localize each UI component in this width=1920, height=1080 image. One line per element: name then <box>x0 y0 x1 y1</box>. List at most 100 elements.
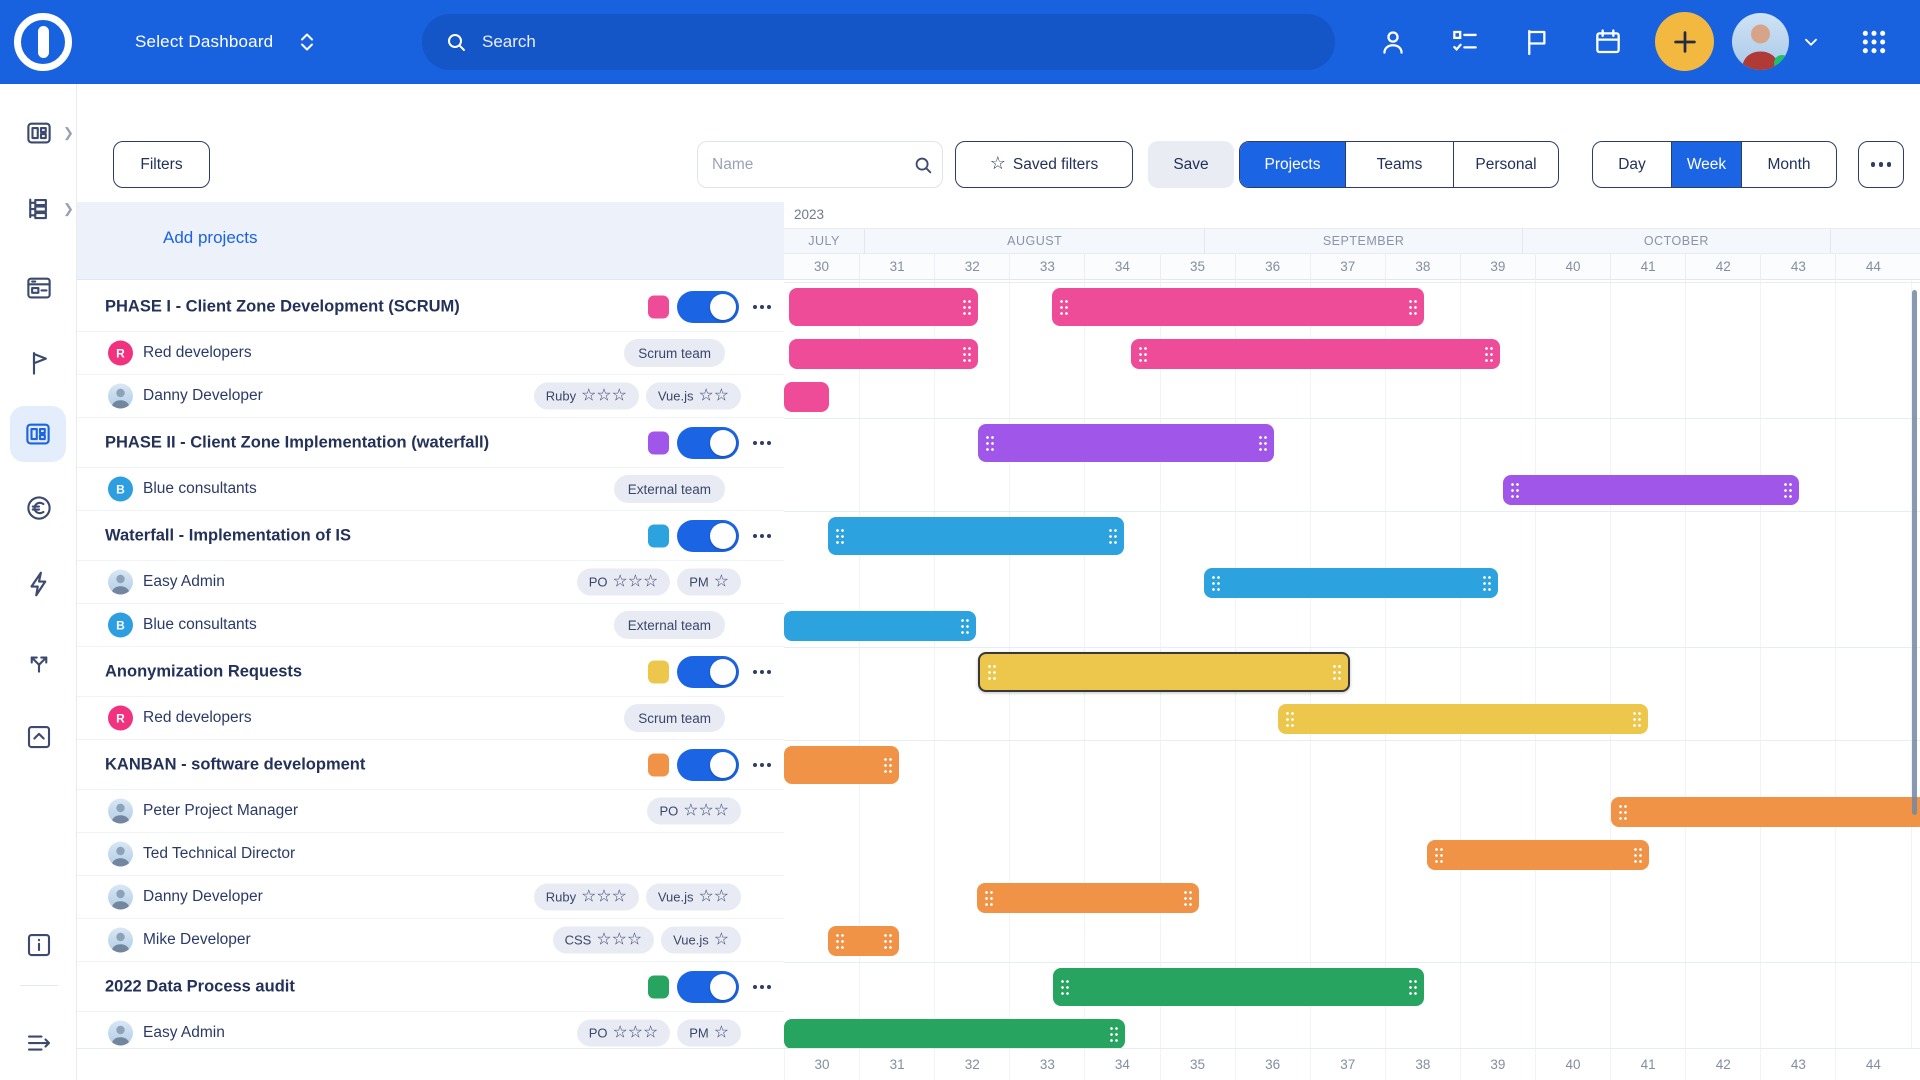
drag-handle-right[interactable] <box>1632 710 1641 727</box>
project-color-swatch[interactable] <box>648 753 669 776</box>
drag-handle-right[interactable] <box>1484 345 1493 362</box>
create-new-button[interactable] <box>1655 12 1714 71</box>
member-name[interactable]: Mike Developer <box>143 931 251 949</box>
project-more-icon[interactable] <box>753 763 771 767</box>
member-name[interactable]: Peter Project Manager <box>143 802 298 820</box>
name-filter-input[interactable] <box>712 156 912 174</box>
project-visibility-toggle[interactable] <box>677 656 739 688</box>
project-color-swatch[interactable] <box>648 975 669 998</box>
gantt-bar-project[interactable] <box>1052 288 1424 326</box>
save-button[interactable]: Save <box>1148 141 1234 188</box>
drag-handle-right[interactable] <box>962 345 971 362</box>
sidebar-item-budget-euro[interactable] <box>0 480 77 536</box>
project-title[interactable]: Waterfall - Implementation of IS <box>105 526 351 545</box>
project-more-icon[interactable] <box>753 985 771 989</box>
drag-handle-left[interactable] <box>1285 710 1294 727</box>
drag-handle-right[interactable] <box>1482 574 1491 591</box>
member-name[interactable]: Red developers <box>143 709 252 727</box>
drag-handle-right[interactable] <box>1183 889 1192 906</box>
drag-handle-right[interactable] <box>1258 435 1267 452</box>
project-visibility-toggle[interactable] <box>677 971 739 1003</box>
drag-handle-right[interactable] <box>1332 664 1341 681</box>
chevron-down-icon[interactable] <box>1793 0 1829 84</box>
project-color-swatch[interactable] <box>648 660 669 683</box>
filters-button[interactable]: Filters <box>113 141 210 188</box>
sidebar-item-release-box-up[interactable] <box>0 709 77 765</box>
gantt-bar-project[interactable] <box>978 424 1274 462</box>
saved-filters-button[interactable]: ☆ Saved filters <box>955 141 1133 188</box>
checklist-icon[interactable] <box>1443 0 1487 84</box>
drag-handle-right[interactable] <box>962 299 971 316</box>
gantt-bar-project[interactable] <box>828 517 1124 555</box>
app-logo[interactable] <box>14 13 72 71</box>
drag-handle-left[interactable] <box>985 435 994 452</box>
project-color-swatch[interactable] <box>648 431 669 454</box>
project-title[interactable]: 2022 Data Process audit <box>105 977 295 996</box>
project-more-icon[interactable] <box>753 305 771 309</box>
project-color-swatch[interactable] <box>648 524 669 547</box>
gantt-bar-member[interactable] <box>1278 704 1647 734</box>
drag-handle-left[interactable] <box>1138 345 1147 362</box>
project-visibility-toggle[interactable] <box>677 427 739 459</box>
add-projects-link[interactable]: Add projects <box>163 228 258 248</box>
more-options-button[interactable] <box>1858 141 1904 188</box>
project-title[interactable]: Anonymization Requests <box>105 662 302 681</box>
project-title[interactable]: PHASE I - Client Zone Development (SCRUM… <box>105 297 460 316</box>
member-name[interactable]: Ted Technical Director <box>143 845 295 863</box>
gantt-bar-member[interactable] <box>977 883 1199 913</box>
drag-handle-left[interactable] <box>835 528 844 545</box>
user-avatar[interactable] <box>1732 13 1789 70</box>
member-name[interactable]: Red developers <box>143 344 252 362</box>
project-more-icon[interactable] <box>753 534 771 538</box>
project-visibility-toggle[interactable] <box>677 749 739 781</box>
gantt-bar-member[interactable] <box>828 926 899 956</box>
sidebar-item-modules-window[interactable] <box>0 260 77 316</box>
global-search[interactable] <box>422 14 1335 70</box>
drag-handle-left[interactable] <box>1060 979 1069 996</box>
gantt-bar-project[interactable] <box>978 652 1350 692</box>
drag-handle-left[interactable] <box>1510 481 1519 498</box>
flag-icon[interactable] <box>1515 0 1559 84</box>
sidebar-item-collapse-sidebar[interactable] <box>0 1015 77 1071</box>
chevron-right-icon[interactable]: ❯ <box>63 181 77 237</box>
scope-personal[interactable]: Personal <box>1454 142 1558 187</box>
project-visibility-toggle[interactable] <box>677 520 739 552</box>
member-name[interactable]: Blue consultants <box>143 480 257 498</box>
chevron-right-icon[interactable]: ❯ <box>63 105 77 161</box>
sidebar-item-info[interactable] <box>0 917 77 973</box>
search-input[interactable] <box>482 32 1182 52</box>
gantt-bar-member[interactable] <box>1204 568 1498 598</box>
gantt-bar-member[interactable] <box>1503 475 1799 505</box>
drag-handle-right[interactable] <box>883 757 892 774</box>
drag-handle-left[interactable] <box>1618 803 1627 820</box>
gantt-bar-member[interactable] <box>1611 797 1920 827</box>
sidebar-item-quick-actions-bolt[interactable] <box>0 556 77 612</box>
view-month[interactable]: Month <box>1742 142 1836 187</box>
gantt-bar-member[interactable] <box>789 339 978 369</box>
project-more-icon[interactable] <box>753 441 771 445</box>
gantt-bar-project[interactable] <box>789 288 978 326</box>
vertical-scrollbar[interactable] <box>1912 290 1917 815</box>
drag-handle-left[interactable] <box>984 889 993 906</box>
member-name[interactable]: Easy Admin <box>143 573 225 591</box>
drag-handle-right[interactable] <box>1408 299 1417 316</box>
gantt-bar-project[interactable] <box>784 746 899 784</box>
dashboard-selector[interactable]: Select Dashboard <box>135 0 319 84</box>
drag-handle-right[interactable] <box>1633 846 1642 863</box>
member-name[interactable]: Danny Developer <box>143 387 263 405</box>
project-title[interactable]: PHASE II - Client Zone Implementation (w… <box>105 433 489 452</box>
gantt-bar-member[interactable] <box>1131 339 1500 369</box>
calendar-icon[interactable] <box>1586 0 1630 84</box>
project-more-icon[interactable] <box>753 670 771 674</box>
member-name[interactable]: Danny Developer <box>143 888 263 906</box>
member-name[interactable]: Easy Admin <box>143 1024 225 1042</box>
apps-grid-icon[interactable] <box>1852 0 1896 84</box>
view-day[interactable]: Day <box>1593 142 1672 187</box>
sidebar-item-gantt-dashboard[interactable] <box>10 406 66 462</box>
view-week[interactable]: Week <box>1672 142 1742 187</box>
member-name[interactable]: Blue consultants <box>143 616 257 634</box>
drag-handle-right[interactable] <box>1109 1025 1118 1042</box>
drag-handle-left[interactable] <box>1059 299 1068 316</box>
gantt-bar-member[interactable] <box>784 611 976 641</box>
drag-handle-left[interactable] <box>1434 846 1443 863</box>
